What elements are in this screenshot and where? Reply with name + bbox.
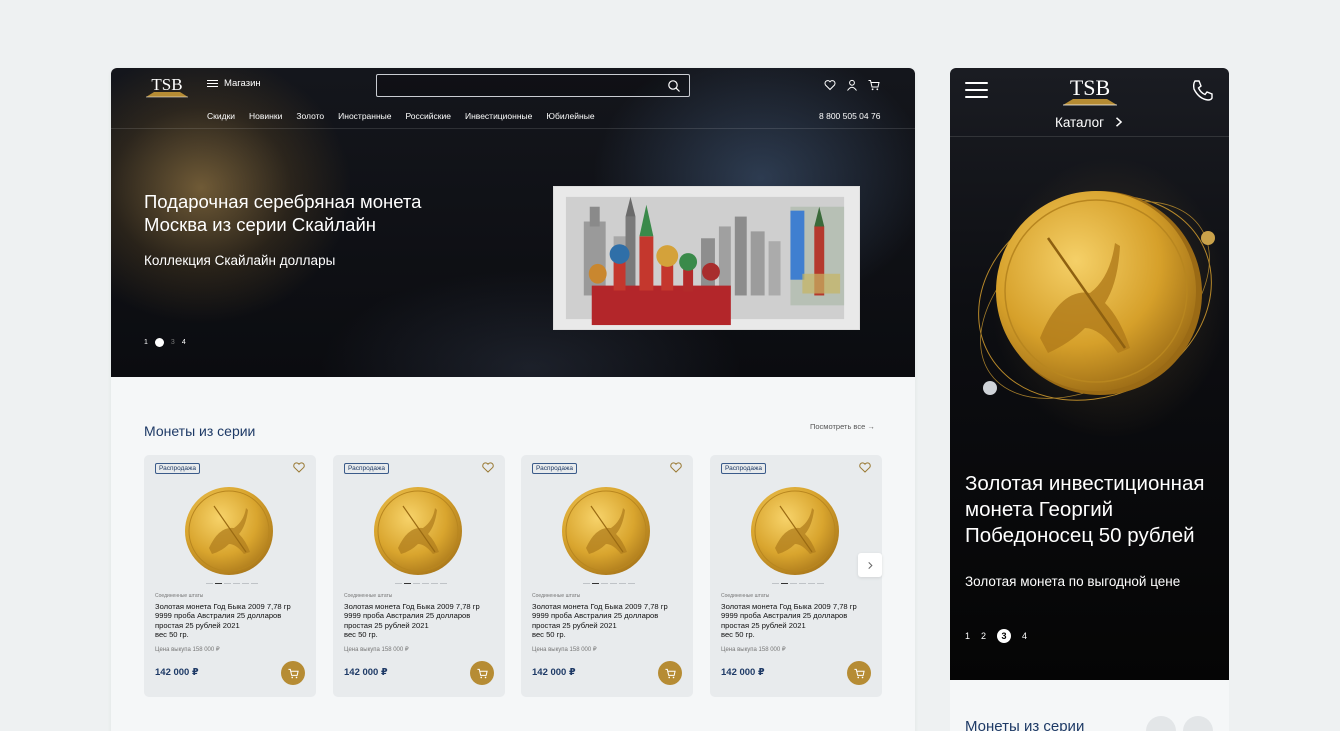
product-name[interactable]: Золотая монета Год Быка 2009 7,78 гр 999… [532,602,684,640]
favorite-heart-icon[interactable] [670,462,682,473]
buyback-price: Цена выкупа 158 000 ₽ [155,647,220,653]
hero-page-4[interactable]: 4 [182,339,186,346]
product-origin: Соединенные штаты [721,593,770,599]
phone-number[interactable]: 8 800 505 04 76 [819,111,880,121]
cart-icon[interactable] [868,78,880,91]
chevron-right-icon [867,561,873,569]
sale-badge: Распродажа [532,463,577,474]
product-price: 142 000 ₽ [344,667,388,678]
hero-banner: TSB Магазин Скидки Новинки Золото Иностр… [111,68,915,377]
nav-item-russian[interactable]: Российские [406,111,451,121]
header: TSB Магазин Скидки Новинки Золото Иностр… [111,68,915,129]
sale-badge: Распродажа [344,463,389,474]
gold-coin-image [751,487,839,575]
hero-page-1[interactable]: 1 [965,631,970,641]
catalog-label: Каталог [1054,115,1105,130]
add-to-cart-button[interactable] [847,661,871,685]
carousel-next-button[interactable] [858,553,882,577]
carousel-prev-button[interactable] [1146,716,1176,731]
product-card[interactable]: Распродажа Соединенные штаты Золотая мон… [333,455,505,697]
image-pagination [206,583,258,585]
product-price: 142 000 ₽ [155,667,199,678]
hero-page-2[interactable]: 2 [981,631,986,641]
hero-pagination: 1 3 4 [144,338,186,347]
search-input[interactable] [376,74,690,97]
search-icon[interactable] [667,79,681,93]
hero-page-1[interactable]: 1 [144,339,148,346]
nav-item-new[interactable]: Новинки [249,111,282,121]
heart-icon[interactable] [824,78,836,91]
gold-coin-large-image [978,191,1215,401]
tsb-logo[interactable]: TSB [144,73,190,101]
desktop-frame: TSB Магазин Скидки Новинки Золото Иностр… [111,68,915,731]
favorite-heart-icon[interactable] [482,462,494,473]
image-pagination [583,583,635,585]
add-to-cart-button[interactable] [658,661,682,685]
product-name[interactable]: Золотая монета Год Быка 2009 7,78 гр 999… [155,602,307,640]
svg-text:TSB: TSB [1070,75,1110,100]
header-actions [824,78,880,91]
menu-label: Магазин [224,78,261,89]
hero-page-3[interactable]: 3 [171,339,175,346]
mobile-hero-pagination: 1 2 3 4 [965,629,1027,643]
gold-coin-image [185,487,273,575]
nav-item-sale[interactable]: Скидки [207,111,235,121]
hero-page-3-active[interactable]: 3 [997,629,1012,643]
user-icon[interactable] [846,78,858,91]
nav-item-jubilee[interactable]: Юбилейные [546,111,594,121]
mobile-hero-subtitle: Золотая монета по выгодной цене [965,574,1181,589]
product-card[interactable]: Распродажа Соединенные штаты Золотая мон… [710,455,882,697]
mobile-hero-title: Золотая инвестиционная монета Георгий По… [965,472,1205,547]
catalog-button[interactable]: Каталог [950,115,1229,130]
mobile-hero-banner: TSB Каталог Золотая инвестиционная монет [950,68,1229,680]
product-price: 142 000 ₽ [721,667,765,678]
hamburger-icon[interactable] [965,82,988,98]
sale-badge: Распродажа [155,463,200,474]
category-nav: Скидки Новинки Золото Иностранные Россий… [207,111,595,121]
add-to-cart-button[interactable] [281,661,305,685]
cart-icon [664,668,676,678]
buyback-price: Цена выкупа 158 000 ₽ [344,647,409,653]
hero-subtitle: Коллекция Скайлайн доллары [144,253,336,268]
menu-button[interactable]: Магазин [207,78,261,89]
hamburger-icon [207,79,218,88]
buyback-price: Цена выкупа 158 000 ₽ [532,647,597,653]
add-to-cart-button[interactable] [470,661,494,685]
product-origin: Соединенные штаты [344,593,393,599]
product-card[interactable]: Распродажа Соединенные штаты Золотая мон… [144,455,316,697]
favorite-heart-icon[interactable] [293,462,305,473]
svg-text:TSB: TSB [151,75,182,94]
section-title: Монеты из серии [144,423,256,439]
mobile-section-title: Монеты из серии [965,718,1085,731]
image-pagination [395,583,447,585]
gold-coin-image [562,487,650,575]
gold-coin-image [374,487,462,575]
product-origin: Соединенные штаты [155,593,204,599]
product-name[interactable]: Золотая монета Год Быка 2009 7,78 гр 999… [344,602,496,640]
buyback-price: Цена выкупа 158 000 ₽ [721,647,786,653]
cart-icon [287,668,299,678]
hero-page-2-active[interactable] [154,338,164,347]
hero-title: Подарочная серебряная монета Москва из с… [144,191,422,235]
mobile-frame: TSB Каталог Золотая инвестиционная монет [950,68,1229,731]
see-all-link[interactable]: Посмотреть все → [810,422,875,431]
phone-icon[interactable] [1190,78,1215,103]
chevron-right-icon [1116,117,1123,127]
carousel-next-button[interactable] [1183,716,1213,731]
product-origin: Соединенные штаты [532,593,581,599]
nav-item-gold[interactable]: Золото [296,111,324,121]
hero-page-4[interactable]: 4 [1022,631,1027,641]
product-name[interactable]: Золотая монета Год Быка 2009 7,78 гр 999… [721,602,873,640]
tsb-logo[interactable]: TSB [1060,73,1120,109]
favorite-heart-icon[interactable] [859,462,871,473]
sale-badge: Распродажа [721,463,766,474]
product-price: 142 000 ₽ [532,667,576,678]
product-card[interactable]: Распродажа Соединенные штаты Золотая мон… [521,455,693,697]
image-pagination [772,583,824,585]
silver-banknote-image [553,186,860,330]
cart-icon [476,668,488,678]
nav-item-foreign[interactable]: Иностранные [338,111,391,121]
cart-icon [853,668,865,678]
nav-item-investment[interactable]: Инвестиционные [465,111,532,121]
